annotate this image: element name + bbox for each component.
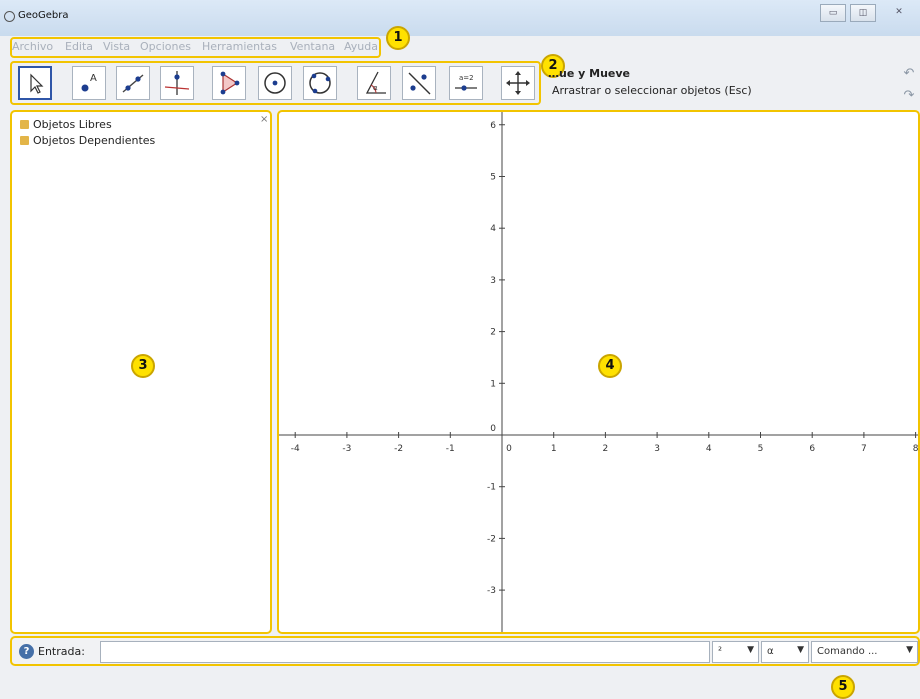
y-tick-label: -3 — [487, 586, 496, 596]
y-tick-label: 1 — [490, 379, 496, 389]
x-tick-label: 2 — [603, 444, 609, 454]
x-tick-label: 1 — [551, 444, 557, 454]
help-icon[interactable]: ? — [19, 644, 34, 659]
annotation-badge-4: 4 — [598, 354, 622, 378]
y-tick-label: 3 — [490, 276, 496, 286]
tree-item-dependent-objects[interactable]: Objetos Dependientes — [20, 134, 155, 147]
x-tick-label: 0 — [506, 444, 512, 454]
move-tool-button[interactable] — [18, 66, 52, 100]
annotation-badge-1: 1 — [386, 26, 410, 50]
svg-text:α: α — [373, 84, 378, 92]
line-tool-button[interactable] — [116, 66, 150, 100]
x-tick-label: -3 — [342, 444, 351, 454]
x-tick-label: 7 — [861, 444, 867, 454]
close-button[interactable]: ✕ — [886, 4, 912, 22]
y-tick-label: 5 — [490, 173, 496, 183]
reflect-tool-button[interactable] — [402, 66, 436, 100]
x-tick-label: -2 — [394, 444, 403, 454]
chevron-down-icon: ▼ — [906, 645, 913, 655]
x-tick-label: 3 — [654, 444, 660, 454]
input-bar: ? Entrada: ² ▼ α ▼ Comando ... ▼ — [10, 636, 920, 666]
reflect-line-icon — [408, 72, 431, 95]
selected-tool-help: Arrastrar o seleccionar objetos (Esc) — [552, 84, 752, 97]
close-view-icon[interactable]: × — [260, 114, 268, 125]
circle-tool-button[interactable] — [258, 66, 292, 100]
move-cross-icon — [506, 71, 530, 95]
conic-tool-button[interactable] — [303, 66, 337, 100]
y-tick-label: 0 — [490, 424, 496, 434]
greek-dropdown-value: α — [767, 646, 774, 657]
input-label: Entrada: — [38, 645, 85, 658]
polygon-icon — [220, 71, 240, 95]
circle-three-points-icon — [309, 72, 331, 94]
y-tick-label: 2 — [490, 328, 496, 338]
folder-icon — [20, 120, 29, 129]
perpendicular-tool-button[interactable] — [160, 66, 194, 100]
command-dropdown[interactable]: Comando ... ▼ — [811, 641, 918, 663]
y-tick-label: -2 — [487, 534, 496, 544]
x-tick-label: 8 — [913, 444, 919, 454]
symbol-dropdown[interactable]: ² ▼ — [712, 641, 759, 663]
circle-center-icon — [264, 72, 286, 94]
point-tool-button[interactable]: A — [72, 66, 106, 100]
polygon-tool-button[interactable] — [212, 66, 246, 100]
undo-button[interactable]: ↶ — [902, 66, 916, 81]
slider-tool-button[interactable]: a=2 — [449, 66, 483, 100]
x-tick-label: -1 — [446, 444, 455, 454]
menu-highlight-frame — [10, 37, 381, 58]
svg-text:A: A — [90, 73, 97, 84]
point-icon: A — [81, 73, 97, 92]
angle-icon: α — [365, 71, 386, 94]
minimize-button[interactable]: ▭ — [820, 4, 846, 22]
command-dropdown-value: Comando ... — [817, 646, 878, 657]
maximize-button[interactable]: ◫ — [850, 4, 876, 22]
x-tick-label: 4 — [706, 444, 712, 454]
slider-icon: a=2 — [455, 74, 477, 91]
tree-item-label: Objetos Libres — [33, 118, 112, 131]
line-segment-icon — [122, 74, 144, 93]
y-tick-label: -1 — [487, 483, 496, 493]
y-tick-label: 4 — [490, 224, 496, 234]
input-field[interactable] — [100, 641, 710, 663]
annotation-badge-5: 5 — [831, 675, 855, 699]
greek-dropdown[interactable]: α ▼ — [761, 641, 809, 663]
redo-button[interactable]: ↷ — [902, 88, 916, 103]
annotation-badge-3: 3 — [131, 354, 155, 378]
arrow-cursor-icon — [30, 73, 44, 94]
symbol-dropdown-value: ² — [718, 646, 723, 657]
title-bar — [0, 0, 920, 36]
x-tick-label: -4 — [291, 444, 300, 454]
folder-icon — [20, 136, 29, 145]
angle-tool-button[interactable]: α — [357, 66, 391, 100]
y-tick-label: 6 — [490, 121, 496, 131]
geogebra-logo-icon — [4, 11, 15, 22]
tree-item-free-objects[interactable]: Objetos Libres — [20, 118, 112, 131]
svg-text:a=2: a=2 — [459, 74, 474, 82]
chevron-down-icon: ▼ — [797, 645, 804, 655]
move-graphics-tool-button[interactable] — [501, 66, 535, 100]
selected-tool-name: …ue y Mueve — [548, 67, 630, 80]
x-tick-label: 6 — [809, 444, 815, 454]
chevron-down-icon: ▼ — [747, 645, 754, 655]
window-title: GeoGebra — [18, 10, 69, 21]
perpendicular-line-icon — [164, 71, 190, 95]
graphics-view[interactable]: -4 -3 -2 -1 0 1 2 3 4 5 6 7 8 6 5 4 3 2 1 -1 -2 -3 0 — [277, 110, 920, 634]
tree-item-label: Objetos Dependientes — [33, 134, 156, 147]
x-tick-label: 5 — [758, 444, 764, 454]
